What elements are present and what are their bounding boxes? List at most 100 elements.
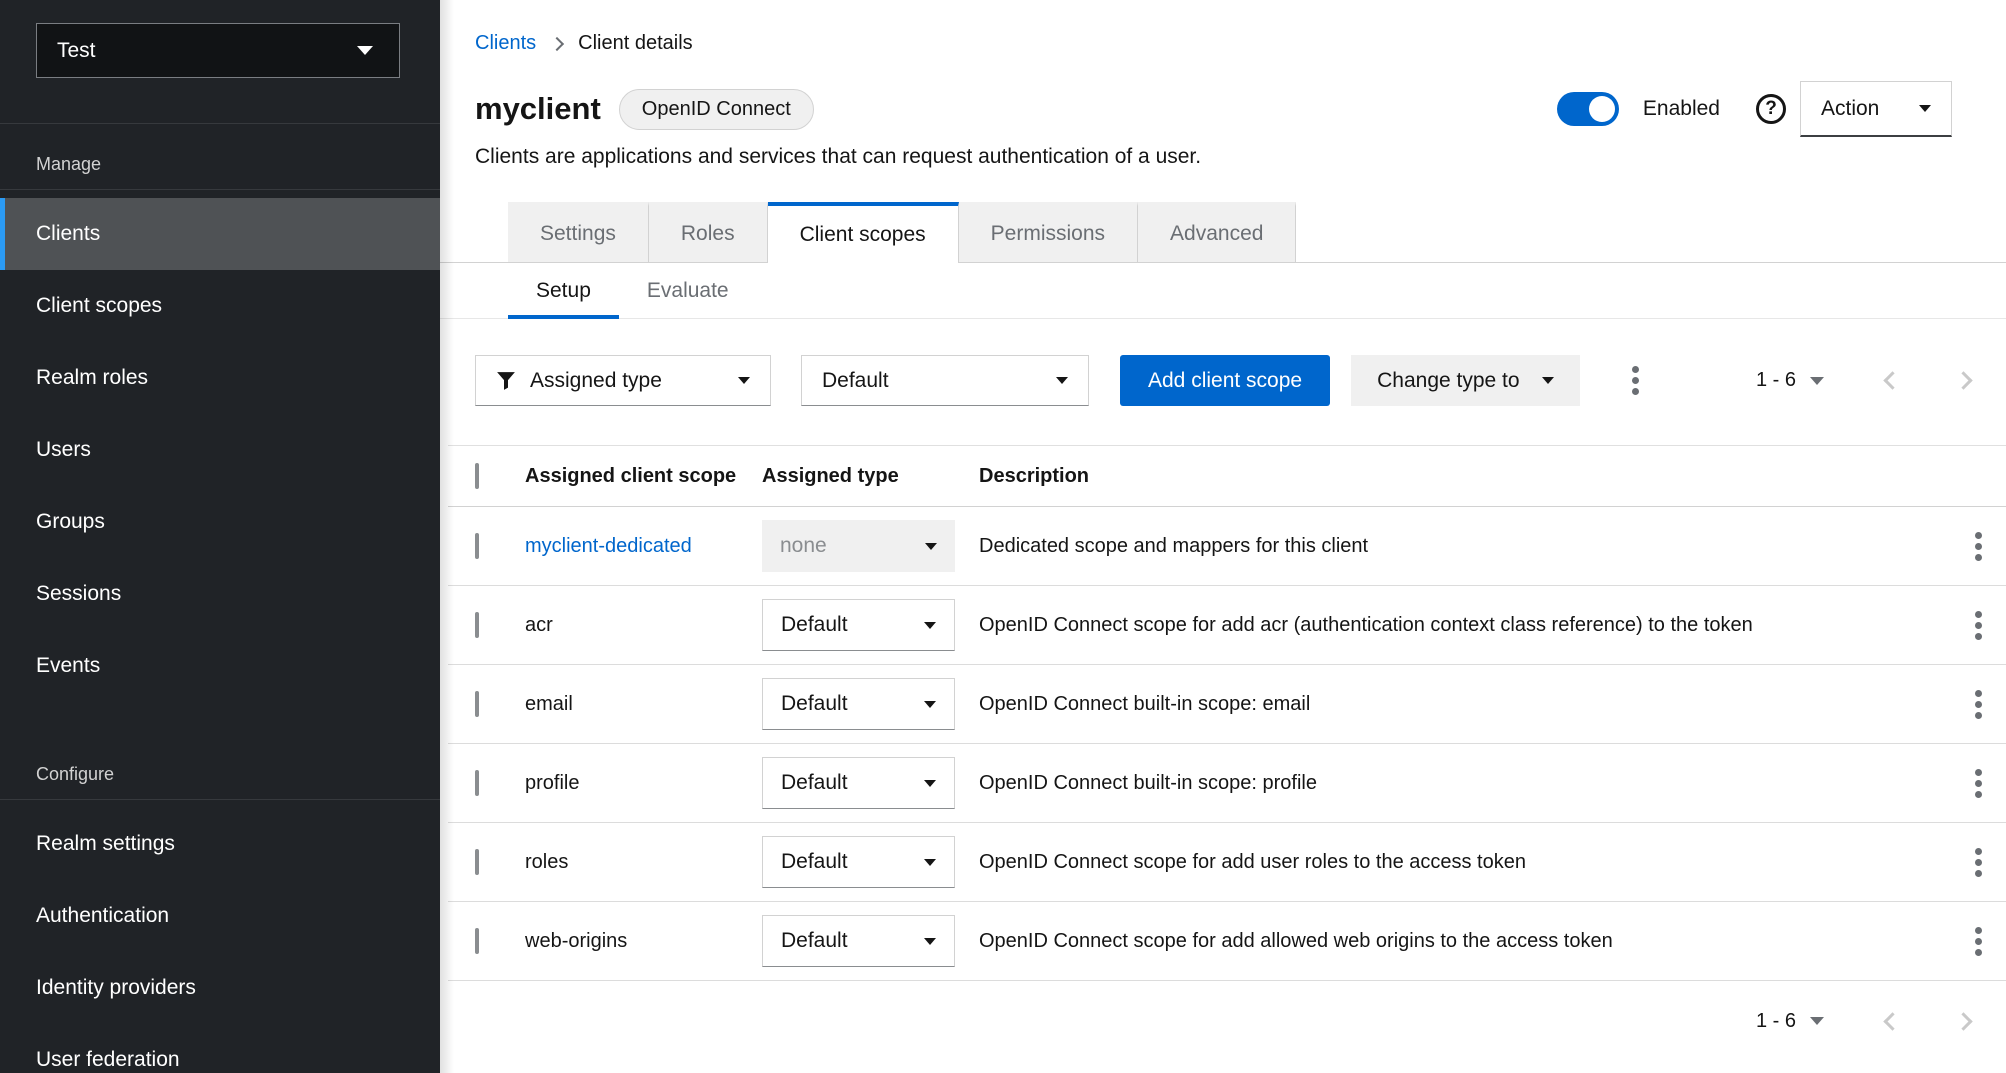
sidebar-item-users[interactable]: Users — [0, 414, 440, 486]
assigned-type-select[interactable]: none — [762, 520, 955, 572]
pagination-range[interactable]: 1 - 6 — [1756, 369, 1796, 392]
toggle-knob — [1589, 96, 1615, 122]
client-scopes-table: Assigned client scope Assigned type Desc… — [448, 445, 2006, 981]
assigned-type-filter-dropdown[interactable]: Assigned type — [475, 355, 771, 406]
nav-group-title: Manage — [0, 124, 440, 190]
row-kebab-icon[interactable] — [1969, 842, 1988, 883]
row-kebab-icon[interactable] — [1969, 921, 1988, 962]
scope-link[interactable]: myclient-dedicated — [525, 535, 692, 557]
assigned-type-select[interactable]: Default — [762, 915, 955, 967]
subtab-evaluate[interactable]: Evaluate — [619, 263, 757, 318]
chevron-right-icon[interactable] — [1954, 1012, 1972, 1030]
action-dropdown[interactable]: Action — [1800, 81, 1952, 137]
assigned-type-value: Default — [781, 929, 848, 953]
tab-roles[interactable]: Roles — [649, 202, 768, 262]
scope-description: OpenID Connect built-in scope: profile — [979, 772, 1950, 795]
client-protocol-badge: OpenID Connect — [619, 89, 814, 130]
filter-dropdown-label: Assigned type — [530, 369, 662, 393]
sidebar-item-sessions[interactable]: Sessions — [0, 558, 440, 630]
sidebar-item-realm-settings[interactable]: Realm settings — [0, 808, 440, 880]
assigned-type-select[interactable]: Default — [762, 678, 955, 730]
row-checkbox[interactable] — [475, 928, 479, 954]
column-header-description: Description — [979, 465, 1950, 488]
sidebar-item-events[interactable]: Events — [0, 630, 440, 702]
row-checkbox[interactable] — [475, 533, 479, 559]
row-checkbox[interactable] — [475, 770, 479, 796]
scope-description: OpenID Connect scope for add acr (authen… — [979, 614, 1950, 637]
chevron-right-icon[interactable] — [1954, 371, 1972, 389]
breadcrumb-current: Client details — [578, 32, 693, 55]
column-header-scope: Assigned client scope — [525, 465, 762, 488]
assigned-type-select[interactable]: Default — [762, 599, 955, 651]
assigned-type-select[interactable]: Default — [762, 836, 955, 888]
sidebar-item-client-scopes[interactable]: Client scopes — [0, 270, 440, 342]
main-content: Clients Client details myclient OpenID C… — [440, 0, 2006, 1073]
sidebar-item-clients[interactable]: Clients — [0, 198, 440, 270]
chevron-right-icon — [550, 37, 564, 51]
sidebar: Test Manage Clients Client scopes Realm … — [0, 0, 440, 1073]
chevron-down-icon — [924, 701, 936, 708]
assigned-type-value: none — [780, 534, 827, 558]
column-header-type: Assigned type — [762, 465, 979, 488]
page-title: myclient — [475, 91, 601, 127]
tab-advanced[interactable]: Advanced — [1138, 202, 1296, 262]
chevron-down-icon — [924, 938, 936, 945]
select-all-checkbox[interactable] — [475, 463, 479, 489]
scope-name: roles — [525, 851, 762, 874]
sidebar-item-user-federation[interactable]: User federation — [0, 1024, 440, 1073]
type-value-select[interactable]: Default — [801, 355, 1089, 406]
chevron-down-icon — [1919, 105, 1931, 112]
scope-name: email — [525, 693, 762, 716]
chevron-down-icon — [1810, 377, 1824, 385]
table-row: profile Default OpenID Connect built-in … — [448, 744, 2006, 823]
tab-settings[interactable]: Settings — [508, 202, 649, 262]
chevron-down-icon — [924, 622, 936, 629]
sidebar-item-groups[interactable]: Groups — [0, 486, 440, 558]
chevron-down-icon — [924, 859, 936, 866]
tab-client-scopes[interactable]: Client scopes — [768, 202, 959, 263]
pagination-range[interactable]: 1 - 6 — [1756, 1010, 1796, 1033]
table-row: roles Default OpenID Connect scope for a… — [448, 823, 2006, 902]
row-kebab-icon[interactable] — [1969, 605, 1988, 646]
subtab-setup[interactable]: Setup — [508, 263, 619, 318]
table-row: myclient-dedicated none Dedicated scope … — [448, 507, 2006, 586]
table-row: acr Default OpenID Connect scope for add… — [448, 586, 2006, 665]
pagination-top: 1 - 6 — [1756, 369, 1970, 392]
kebab-menu-icon[interactable] — [1626, 360, 1645, 401]
row-kebab-icon[interactable] — [1969, 684, 1988, 725]
page-description: Clients are applications and services th… — [475, 145, 2006, 169]
chevron-left-icon[interactable] — [1883, 371, 1901, 389]
row-kebab-icon[interactable] — [1969, 526, 1988, 567]
table-row: email Default OpenID Connect built-in sc… — [448, 665, 2006, 744]
toolbar: Assigned type Default Add client scope C… — [475, 355, 2006, 406]
scope-description: OpenID Connect scope for add allowed web… — [979, 930, 1950, 953]
add-client-scope-button[interactable]: Add client scope — [1120, 355, 1330, 406]
scope-name: profile — [525, 772, 762, 795]
sidebar-item-realm-roles[interactable]: Realm roles — [0, 342, 440, 414]
filter-icon — [496, 371, 516, 391]
realm-name: Test — [57, 39, 96, 63]
enabled-toggle[interactable] — [1557, 92, 1619, 126]
row-kebab-icon[interactable] — [1969, 763, 1988, 804]
realm-selector[interactable]: Test — [36, 23, 400, 78]
breadcrumb: Clients Client details — [475, 0, 2006, 55]
page-header: myclient OpenID Connect Enabled ? Action — [475, 81, 2006, 137]
row-checkbox[interactable] — [475, 612, 479, 638]
chevron-left-icon[interactable] — [1883, 1012, 1901, 1030]
change-type-label: Change type to — [1377, 369, 1519, 393]
change-type-dropdown[interactable]: Change type to — [1351, 355, 1579, 406]
help-icon[interactable]: ? — [1756, 94, 1786, 124]
assigned-type-select[interactable]: Default — [762, 757, 955, 809]
chevron-down-icon — [924, 780, 936, 787]
scope-description: OpenID Connect scope for add user roles … — [979, 851, 1950, 874]
tab-bar: Settings Roles Client scopes Permissions… — [440, 202, 2006, 263]
sidebar-item-authentication[interactable]: Authentication — [0, 880, 440, 952]
pagination-bottom: 1 - 6 — [475, 995, 2006, 1047]
row-checkbox[interactable] — [475, 691, 479, 717]
row-checkbox[interactable] — [475, 849, 479, 875]
chevron-down-icon — [1542, 377, 1554, 384]
tab-permissions[interactable]: Permissions — [959, 202, 1138, 262]
sidebar-item-identity-providers[interactable]: Identity providers — [0, 952, 440, 1024]
subtab-bar: Setup Evaluate — [440, 263, 2006, 319]
breadcrumb-link-clients[interactable]: Clients — [475, 32, 536, 55]
